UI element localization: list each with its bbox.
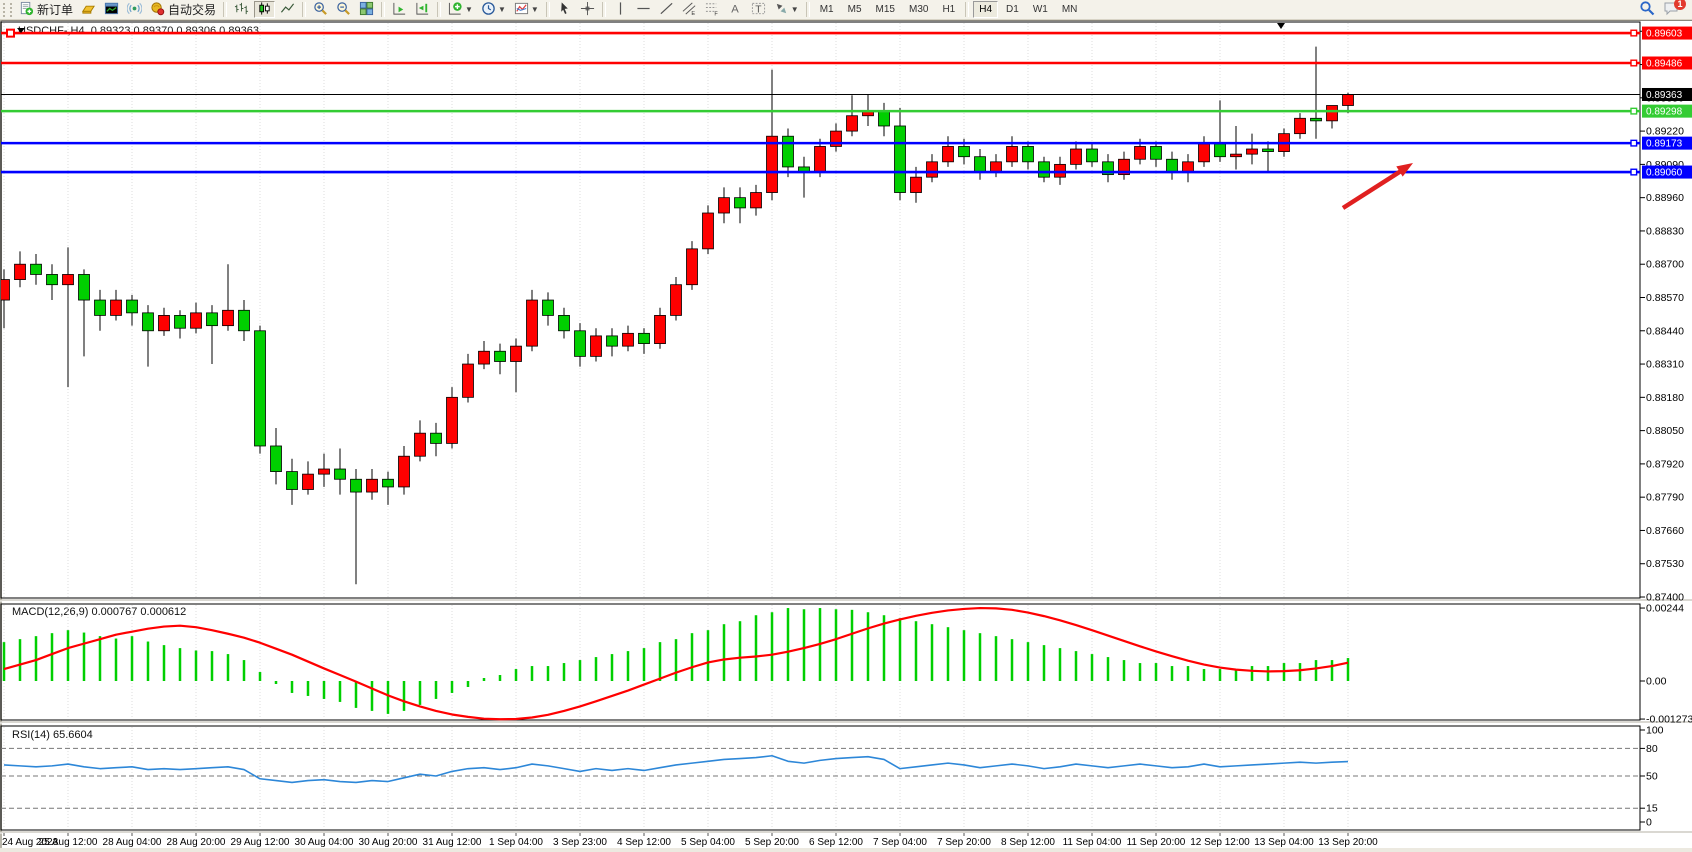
search-icon [1639, 0, 1655, 19]
bar-chart-icon [234, 1, 249, 19]
text-label-icon: T [751, 1, 766, 19]
candlestick-icon [257, 1, 272, 19]
line-chart-type-button[interactable] [277, 1, 298, 18]
horizontal-line-icon [636, 1, 651, 19]
timeframe-h4-button[interactable]: H4 [973, 1, 998, 18]
tile-windows-icon [359, 1, 374, 19]
alerts-button[interactable] [124, 1, 145, 18]
separator [546, 2, 550, 17]
timeframe-m5-button[interactable]: M5 [842, 1, 868, 18]
separator [223, 2, 227, 17]
dropdown-caret: ▼ [498, 5, 506, 14]
cursor-tool-button[interactable] [554, 1, 575, 18]
search-button[interactable] [1636, 1, 1658, 18]
clock-icon [481, 1, 496, 19]
macd-indicator-label: MACD(12,26,9) 0.000767 0.000612 [12, 606, 186, 618]
zoom-in-button[interactable] [310, 1, 331, 18]
autotrading-label: 自动交易 [168, 1, 216, 18]
arrows-tool-button[interactable]: ▼ [771, 1, 802, 18]
timeframe-m15-button[interactable]: M15 [870, 1, 901, 18]
channel-tool-button[interactable]: E [679, 1, 700, 18]
separator [806, 2, 810, 17]
separator [381, 2, 385, 17]
tile-windows-button[interactable] [356, 1, 377, 18]
chart-shift-button[interactable] [412, 1, 433, 18]
auto-scroll-icon [392, 1, 407, 19]
dropdown-caret: ▼ [531, 5, 539, 14]
toolbar-grip[interactable] [3, 3, 12, 17]
timeframe-w1-button[interactable]: W1 [1027, 1, 1054, 18]
notification-badge: 1 [1674, 0, 1686, 10]
chart-title: USDCHF-,H4 0.89323 0.89370 0.89306 0.893… [18, 25, 259, 37]
new-order-button[interactable]: 新订单 [16, 1, 76, 18]
horizontal-line-tool-button[interactable] [633, 1, 654, 18]
separator [302, 2, 306, 17]
svg-text:A: A [731, 3, 739, 15]
gold-icon [81, 1, 96, 19]
signal-icon [127, 1, 142, 19]
chart-window[interactable] [0, 20, 1692, 848]
arrows-icon [774, 1, 789, 19]
bar-chart-type-button[interactable] [231, 1, 252, 18]
separator [602, 2, 606, 17]
crosshair-tool-button[interactable] [577, 1, 598, 18]
rsi-indicator-label: RSI(14) 65.6604 [12, 729, 93, 741]
crosshair-icon [580, 1, 595, 19]
templates-icon [514, 1, 529, 19]
dropdown-caret: ▼ [465, 5, 473, 14]
zoom-in-icon [313, 1, 328, 19]
timeframe-d1-button[interactable]: D1 [1000, 1, 1025, 18]
autotrading-icon [150, 1, 165, 19]
notifications-button[interactable]: 1 [1660, 1, 1682, 18]
cursor-icon [557, 1, 572, 19]
zoom-out-button[interactable] [333, 1, 354, 18]
timeframe-m30-button[interactable]: M30 [903, 1, 934, 18]
svg-text:F: F [714, 11, 718, 15]
trendline-tool-button[interactable] [656, 1, 677, 18]
svg-text:E: E [691, 11, 695, 16]
candlestick-type-button[interactable] [254, 1, 275, 18]
separator [437, 2, 441, 17]
timeframe-m1-button[interactable]: M1 [814, 1, 840, 18]
line-chart-icon [280, 1, 295, 19]
periods-button[interactable]: ▼ [478, 1, 509, 18]
fibonacci-icon: F [705, 1, 720, 19]
timeframe-mn-button[interactable]: MN [1056, 1, 1084, 18]
text-label-tool-button[interactable]: T [748, 1, 769, 18]
svg-text:T: T [755, 4, 762, 15]
dropdown-caret: ▼ [791, 5, 799, 14]
trading-terminal: 新订单 自动交易 [0, 0, 1692, 852]
market-watch-button[interactable] [78, 1, 99, 18]
timeframe-h1-button[interactable]: H1 [936, 1, 961, 18]
separator [965, 2, 969, 17]
zoom-out-icon [336, 1, 351, 19]
trendline-icon [659, 1, 674, 19]
window-bottom-edge [0, 848, 1692, 852]
autotrading-button[interactable]: 自动交易 [147, 1, 219, 18]
text-icon: A [728, 1, 743, 19]
indicators-button[interactable]: ▼ [445, 1, 476, 18]
equidistant-channel-icon: E [682, 1, 697, 19]
window-chart-icon [104, 1, 119, 19]
toolbar: 新订单 自动交易 [0, 0, 1692, 20]
indicators-icon [448, 1, 463, 19]
vertical-line-icon [613, 1, 628, 19]
fibonacci-tool-button[interactable]: F [702, 1, 723, 18]
new-order-label: 新订单 [37, 1, 73, 18]
data-window-button[interactable] [101, 1, 122, 18]
vertical-line-tool-button[interactable] [610, 1, 631, 18]
auto-scroll-button[interactable] [389, 1, 410, 18]
text-tool-button[interactable]: A [725, 1, 746, 18]
templates-button[interactable]: ▼ [511, 1, 542, 18]
chart-shift-icon [415, 1, 430, 19]
new-order-icon [19, 1, 34, 19]
